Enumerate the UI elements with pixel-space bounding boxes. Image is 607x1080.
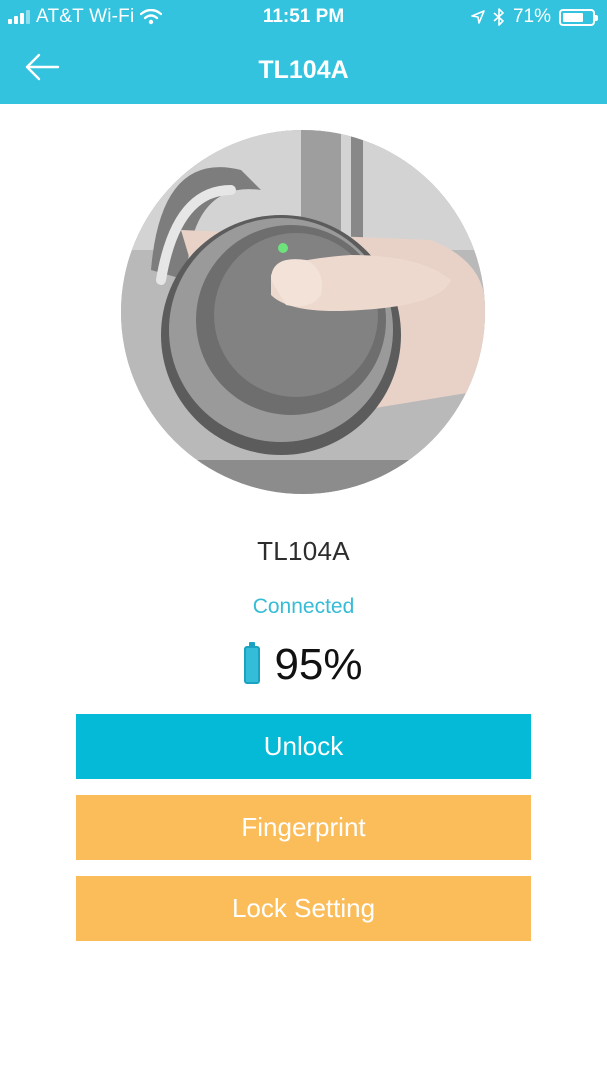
fingerprint-button[interactable]: Fingerprint: [76, 795, 531, 860]
battery-level-row: 95%: [0, 640, 607, 690]
status-right: 71%: [471, 6, 598, 28]
page-title: TL104A: [258, 56, 349, 84]
connection-status: Connected: [252, 595, 355, 618]
battery-percent: 71%: [512, 6, 551, 27]
bluetooth-icon: [493, 8, 504, 26]
app-header: AT&T Wi-Fi 11:51 PM 71% TL104A: [0, 0, 607, 104]
battery-level-icon: [244, 642, 261, 684]
device-name: TL104A: [257, 536, 350, 566]
location-icon: [471, 10, 485, 24]
unlock-button[interactable]: Unlock: [76, 714, 531, 779]
lock-photo: [121, 130, 485, 494]
lock-setting-button[interactable]: Lock Setting: [76, 876, 531, 941]
battery-icon: [559, 8, 598, 26]
padlock-image: [121, 130, 485, 494]
battery-level-value: 95%: [274, 640, 363, 689]
status-bar: AT&T Wi-Fi 11:51 PM 71%: [0, 0, 607, 36]
